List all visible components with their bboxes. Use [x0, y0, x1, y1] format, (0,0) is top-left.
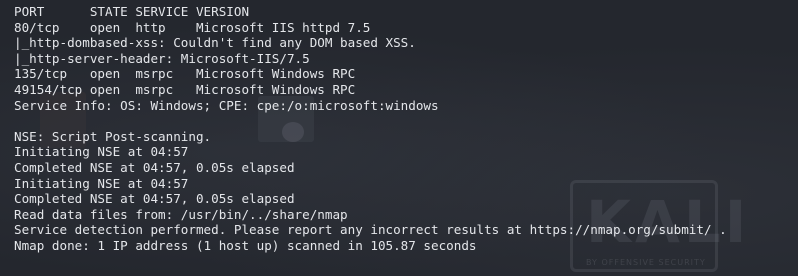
terminal-line: 49154/tcp open msrpc Microsoft Windows R…	[14, 81, 356, 97]
terminal-output[interactable]: PORT STATE SERVICE VERSION 80/tcp open ht…	[14, 4, 727, 254]
terminal-line: Initiating NSE at 04:57	[14, 175, 189, 191]
terminal-line: Service Info: OS: Windows; CPE: cpe:/o:m…	[14, 97, 439, 113]
terminal-line: Nmap done: 1 IP address (1 host up) scan…	[14, 237, 477, 253]
terminal-line: Initiating NSE at 04:57	[14, 144, 189, 160]
terminal-line: PORT STATE SERVICE VERSION	[14, 4, 250, 19]
terminal-line: NSE: Script Post-scanning.	[14, 128, 212, 144]
terminal-line: 135/tcp open msrpc Microsoft Windows RPC	[14, 66, 356, 82]
terminal-line: 80/tcp open http Microsoft IIS httpd 7.5	[14, 19, 371, 35]
terminal-line: Read data files from: /usr/bin/../share/…	[14, 206, 348, 222]
kali-logo-tagline: BY OFFENSIVE SECURITY	[586, 258, 706, 267]
terminal-line: Completed NSE at 04:57, 0.05s elapsed	[14, 191, 295, 207]
terminal-line: Completed NSE at 04:57, 0.05s elapsed	[14, 159, 295, 175]
terminal-line: Service detection performed. Please repo…	[14, 222, 727, 238]
terminal-line: |_http-dombased-xss: Couldn't find any D…	[14, 35, 416, 51]
terminal-line: |_http-server-header: Microsoft-IIS/7.5	[14, 50, 310, 66]
